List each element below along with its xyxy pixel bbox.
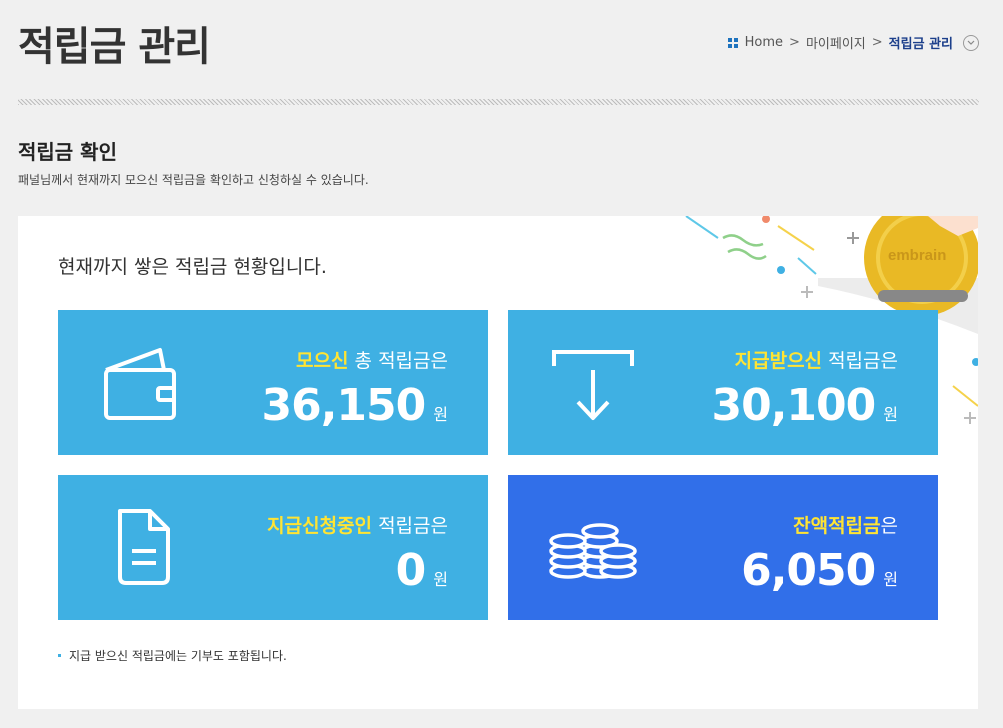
card-amount: 30,100 원 [711, 380, 898, 431]
amount-value: 36,150 [261, 380, 426, 431]
card-amount: 6,050 원 [741, 545, 898, 596]
page-title: 적립금 관리 [18, 24, 211, 70]
card-label-text: 은 [880, 515, 898, 537]
breadcrumb-mypage[interactable]: 마이페이지 [806, 33, 866, 52]
total-points-card: 모으신 총 적립금은 36,150 원 [58, 310, 488, 455]
divider [18, 99, 979, 105]
card-label-text: 적립금은 [378, 515, 448, 537]
card-label-text: 총 적립금은 [354, 350, 448, 372]
footnote-text: 지급 받으신 적립금에는 기부도 포함됩니다. [69, 649, 287, 663]
card-label: 잔액적립금은 [793, 511, 898, 538]
amount-value: 6,050 [741, 545, 876, 596]
bullet-icon [58, 654, 61, 657]
wallet-icon [104, 348, 176, 420]
section-title: 적립금 확인 [18, 140, 117, 164]
breadcrumb-current: 적립금 관리 [888, 37, 953, 52]
card-label: 지급받으신 적립금은 [735, 346, 898, 373]
card-label-text: 적립금은 [828, 350, 898, 372]
amount-unit: 원 [433, 570, 448, 589]
download-arrow-icon [552, 350, 634, 420]
amount-unit: 원 [883, 405, 898, 424]
card-amount: 0원 [396, 545, 448, 596]
amount-unit: 원 [883, 570, 898, 589]
card-label: 지급신청중인 적립금은 [267, 511, 448, 538]
pending-points-card: 지급신청중인 적립금은 0원 [58, 475, 488, 620]
breadcrumb-separator: > [789, 35, 800, 50]
breadcrumb-home[interactable]: Home [745, 35, 783, 50]
card-label-highlight: 지급받으신 [734, 350, 823, 372]
panel-heading: 현재까지 쌓은 적립금 현황입니다. [58, 256, 327, 278]
card-label-highlight: 잔액적립금 [793, 515, 881, 537]
home-icon [727, 37, 738, 48]
card-label-highlight: 지급신청중인 [267, 515, 373, 537]
amount-unit: 원 [433, 405, 448, 424]
paid-points-card: 지급받으신 적립금은 30,100 원 [508, 310, 938, 455]
document-icon [118, 509, 170, 585]
breadcrumb: Home > 마이페이지 > 적립금 관리 [727, 33, 979, 52]
amount-value: 0 [395, 545, 427, 596]
section-description: 패널님께서 현재까지 모으신 적립금을 확인하고 신청하실 수 있습니다. [18, 173, 369, 187]
card-amount: 36,150 원 [261, 380, 448, 431]
card-label: 모으신 총 적립금은 [296, 346, 448, 373]
footnote: 지급 받으신 적립금에는 기부도 포함됩니다. [58, 647, 287, 664]
coins-icon [549, 523, 637, 579]
points-panel: embrain 현재까지 쌓은 적립금 현황입니다. 모으신 총 적립금은 36… [18, 216, 978, 709]
coin-brand-text: embrain [888, 247, 946, 264]
amount-value: 30,100 [711, 380, 876, 431]
card-label-highlight: 모으신 [296, 350, 349, 372]
balance-points-card: 잔액적립금은 6,050 원 [508, 475, 938, 620]
breadcrumb-separator: > [871, 35, 883, 50]
chevron-down-icon[interactable] [963, 34, 979, 51]
